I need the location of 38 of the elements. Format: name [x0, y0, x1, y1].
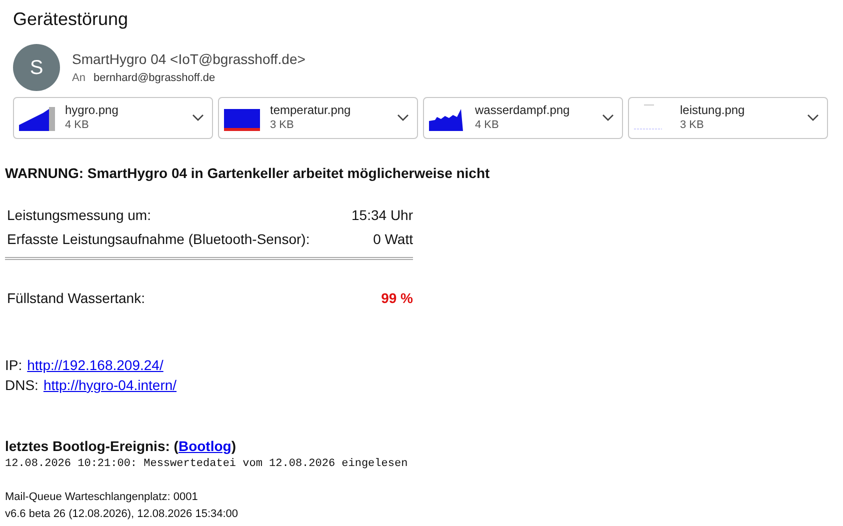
measurement-value: 0 Watt [373, 230, 413, 249]
bootlog-heading-end: ) [231, 437, 236, 456]
url-link[interactable]: http://hygro-04.intern/ [43, 375, 177, 395]
recipient-address: bernhard@bgrasshoff.de [93, 70, 216, 86]
attachment-size: 4 KB [65, 118, 90, 133]
attachment-size: 3 KB [270, 118, 295, 133]
tank-label: Füllstand Wassertank: [7, 289, 145, 308]
bootlog-link[interactable]: Bootlog [178, 436, 232, 457]
email-subject: Gerätestörung [13, 8, 128, 31]
recipient-label: An [72, 70, 86, 86]
link-label: IP: [5, 356, 22, 375]
attachment-size: 3 KB [680, 118, 705, 133]
chevron-down-icon[interactable] [602, 114, 614, 122]
avatar: S [13, 44, 60, 91]
sender-address: SmartHygro 04 <IoT@bgrasshoff.de> [72, 50, 306, 69]
warning-heading: WARNUNG: SmartHygro 04 in Gartenkeller arbeitet möglicherweise nicht [5, 164, 491, 183]
chevron-down-icon[interactable] [397, 114, 409, 122]
attachment-name: leistung.png [680, 103, 746, 118]
attachment-name: wasserdampf.png [475, 103, 571, 118]
attachment-card[interactable]: wasserdampf.png 4 KB [423, 97, 623, 139]
url-link[interactable]: http://192.168.209.24/ [27, 355, 164, 375]
chevron-down-icon[interactable] [192, 114, 204, 122]
attachment-name: temperatur.png [270, 103, 352, 118]
attachment-size: 4 KB [475, 118, 500, 133]
attachment-card[interactable]: temperatur.png 3 KB [218, 97, 418, 139]
link-label: DNS: [5, 376, 38, 395]
footer-line: Mail-Queue Warteschlangenplatz: 0001 [5, 490, 199, 505]
attachment-card[interactable]: hygro.png 4 KB [13, 97, 213, 139]
chevron-down-icon[interactable] [807, 114, 819, 122]
attachment-card[interactable]: leistung.png 3 KB [628, 97, 828, 139]
measurement-label: Leistungsmessung um: [7, 206, 151, 225]
measurement-value: 15:34 Uhr [352, 206, 413, 225]
attachment-name: hygro.png [65, 103, 120, 118]
tank-value: 99 % [381, 289, 413, 308]
bootlog-heading: letztes Bootlog-Ereignis: ( [5, 437, 178, 456]
bootlog-entry: 12.08.2026 10:21:00: Messwertedatei vom 12.08.2026 eingelesen [5, 457, 409, 472]
measurement-label: Erfasste Leistungsaufnahme (Bluetooth-Sensor): [7, 230, 310, 249]
footer-line: v6.6 beta 26 (12.08.2026), 12.08.2026 15:34:00 [5, 507, 240, 522]
